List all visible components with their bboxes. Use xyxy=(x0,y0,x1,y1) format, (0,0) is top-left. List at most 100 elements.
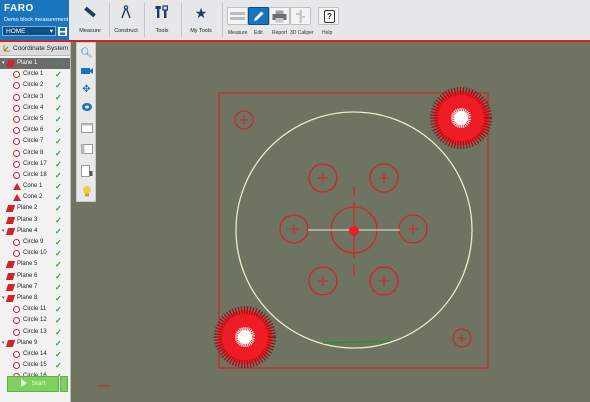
construct-ribbon-button[interactable]: Construct xyxy=(110,0,142,40)
measure-ribbon-label: Measure xyxy=(79,28,101,34)
checkmark-icon: ✓ xyxy=(55,305,62,315)
tree-item-plane-6[interactable]: Plane 6 ✓ xyxy=(0,271,70,282)
tree-item-circle-11[interactable]: Circle 11 ✓ xyxy=(0,304,70,315)
tree-item-label: Circle 18 xyxy=(23,171,47,178)
home-dropdown[interactable]: HOME ▾ xyxy=(2,26,56,36)
plane-icon xyxy=(5,283,16,291)
save-icon[interactable] xyxy=(58,27,67,36)
tree-item-plane-1[interactable]: ▾ Plane 1 ✓ xyxy=(0,58,70,70)
tree-item-circle-7[interactable]: Circle 7 ✓ xyxy=(0,136,70,147)
edit-mode-label: Edit xyxy=(254,30,263,36)
checkmark-icon: ✓ xyxy=(55,282,62,292)
tree-item-plane-8[interactable]: ▾ Plane 8 ✓ xyxy=(0,293,70,304)
rotate-glyph-icon xyxy=(81,103,92,111)
pan-icon[interactable]: ✥ xyxy=(79,83,94,97)
tree-item-circle-15[interactable]: Circle 15 ✓ xyxy=(0,360,70,371)
circle-icon xyxy=(13,362,20,370)
zoom-icon[interactable]: 🔍︎ xyxy=(79,47,94,61)
circle-icon xyxy=(13,306,20,314)
tree-item-circle-10[interactable]: Circle 10 ✓ xyxy=(0,248,70,259)
tree-item-label: Circle 12 xyxy=(23,317,47,324)
tree-item-label: Plane 8 xyxy=(17,294,38,301)
checkmark-icon: ✓ xyxy=(55,81,62,91)
checkmark-icon: ✓ xyxy=(55,114,62,124)
tree-item-circle-5[interactable]: Circle 5 ✓ xyxy=(0,114,70,125)
tree-item-cone-1[interactable]: Cone 1 ✓ xyxy=(0,181,70,192)
tree-item-circle-6[interactable]: Circle 6 ✓ xyxy=(0,125,70,136)
tree-item-label: Circle 2 xyxy=(23,82,44,89)
rotate-icon[interactable] xyxy=(79,101,94,115)
tools-icon xyxy=(155,5,168,18)
tree-item-circle-9[interactable]: Circle 9 ✓ xyxy=(0,237,70,248)
checkmark-icon: ✓ xyxy=(55,137,62,147)
circle-icon xyxy=(13,82,20,90)
tree-item-plane-3[interactable]: Plane 3 ✓ xyxy=(0,215,70,226)
coordinate-axes-icon xyxy=(3,45,10,52)
tree-item-plane-7[interactable]: Plane 7 ✓ xyxy=(0,282,70,293)
circle-icon xyxy=(13,171,20,179)
feature-tree: ▾ Plane 1 ✓ Circle 1 ✓ Circle 2 ✓ Circle 3 ✓ Circ… xyxy=(0,58,70,382)
checkmark-icon: ✓ xyxy=(55,338,62,348)
expand-arrow-icon[interactable]: ▾ xyxy=(2,338,5,349)
measure-mode-icon xyxy=(230,12,245,20)
view-front-icon[interactable] xyxy=(79,123,94,137)
cone-icon xyxy=(13,194,21,202)
tree-item-circle-4[interactable]: Circle 4 ✓ xyxy=(0,103,70,114)
view-list-icon[interactable] xyxy=(79,165,94,179)
report-mode-button[interactable] xyxy=(269,7,290,25)
tree-item-label: Circle 13 xyxy=(23,328,47,335)
ribbon-divider xyxy=(222,3,223,37)
expand-arrow-icon[interactable]: ▾ xyxy=(2,226,5,237)
gear-feature-top-right[interactable] xyxy=(430,87,492,149)
printer-icon xyxy=(272,10,287,23)
view-side-icon[interactable] xyxy=(79,144,94,158)
caliper-mode-label: 3D Caliper xyxy=(290,30,314,36)
start-options-button[interactable] xyxy=(60,376,68,392)
tree-item-plane-4[interactable]: ▾ Plane 4 ✓ xyxy=(0,226,70,237)
tree-item-circle-18[interactable]: Circle 18 ✓ xyxy=(0,170,70,181)
circle-icon xyxy=(13,71,20,79)
gear-feature-bottom-left[interactable] xyxy=(214,306,276,368)
ruler-icon xyxy=(84,6,96,18)
tree-item-label: Cone 1 xyxy=(23,183,43,190)
tree-item-circle-1[interactable]: Circle 1 ✓ xyxy=(0,69,70,80)
lightbulb-icon[interactable] xyxy=(79,185,94,199)
tree-item-plane-9[interactable]: ▾ Plane 9 ✓ xyxy=(0,338,70,349)
measure-mode-label: Measure xyxy=(228,30,248,36)
tree-item-plane-2[interactable]: Plane 2 ✓ xyxy=(0,203,70,214)
expand-arrow-icon[interactable]: ▾ xyxy=(2,58,5,69)
tools-ribbon-button[interactable]: Tools xyxy=(145,0,179,40)
cad-viewport[interactable] xyxy=(97,42,590,402)
tree-item-label: Circle 3 xyxy=(23,93,44,100)
my-tools-ribbon-button[interactable]: ★ My Tools xyxy=(182,0,220,40)
tree-item-label: Plane 5 xyxy=(17,261,38,268)
expand-arrow-icon[interactable]: ▾ xyxy=(2,293,5,304)
tree-item-label: Plane 6 xyxy=(17,272,38,279)
edit-mode-button[interactable] xyxy=(248,7,269,25)
view-side-glyph-icon xyxy=(80,144,93,154)
camera-icon[interactable] xyxy=(79,65,94,79)
checkmark-icon: ✓ xyxy=(55,238,62,247)
tree-item-circle-8[interactable]: Circle 8 ✓ xyxy=(0,148,70,159)
tree-item-cone-2[interactable]: Cone 2 ✓ xyxy=(0,192,70,203)
tree-item-circle-17[interactable]: Circle 17 ✓ xyxy=(0,159,70,170)
circle-icon xyxy=(13,127,20,135)
checkmark-icon: ✓ xyxy=(55,59,62,68)
checkmark-icon: ✓ xyxy=(55,92,62,102)
tree-item-circle-3[interactable]: Circle 3 ✓ xyxy=(0,92,70,103)
tree-item-plane-5[interactable]: Plane 5 ✓ xyxy=(0,259,70,270)
tree-item-circle-14[interactable]: Circle 14 ✓ xyxy=(0,349,70,360)
project-name: Demo block measurement xyxy=(4,17,69,23)
checkmark-icon: ✓ xyxy=(55,170,62,180)
tree-item-label: Circle 8 xyxy=(23,149,44,156)
caliper-mode-button[interactable] xyxy=(290,7,311,25)
tree-item-circle-2[interactable]: Circle 2 ✓ xyxy=(0,80,70,91)
start-button[interactable]: Start xyxy=(7,376,59,392)
measure-ribbon-button[interactable]: Measure xyxy=(72,0,108,40)
tree-item-circle-12[interactable]: Circle 12 ✓ xyxy=(0,315,70,326)
cone-icon xyxy=(13,183,21,191)
help-button[interactable]: ? xyxy=(318,7,339,25)
coordinate-system-header[interactable]: Coordinate System xyxy=(0,42,70,56)
tree-item-circle-13[interactable]: Circle 13 ✓ xyxy=(0,327,70,338)
measure-mode-button[interactable] xyxy=(227,7,248,25)
